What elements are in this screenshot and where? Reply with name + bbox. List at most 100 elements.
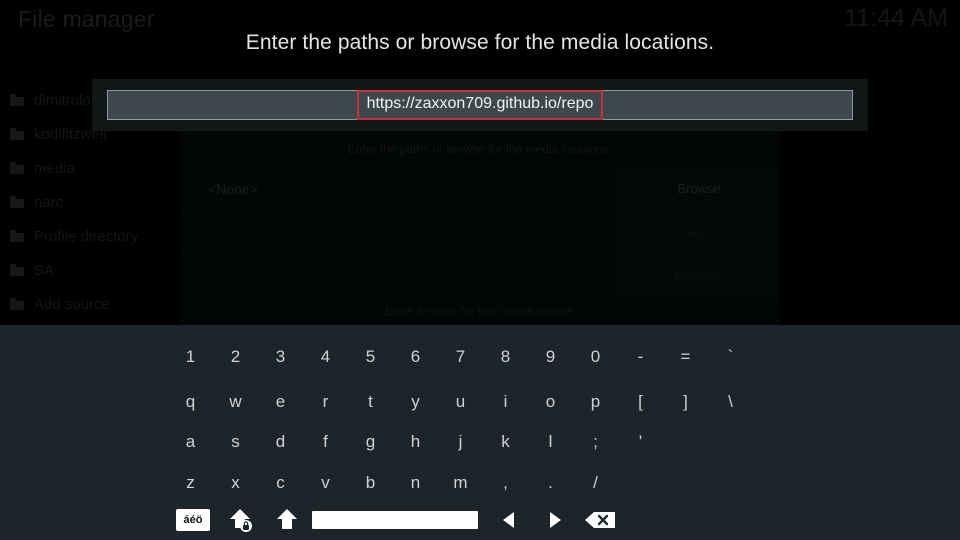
folder-icon <box>10 128 24 140</box>
key-4[interactable]: 4 <box>303 337 348 377</box>
key-7[interactable]: 7 <box>438 337 483 377</box>
key-q[interactable]: q <box>168 382 213 422</box>
backspace-key[interactable] <box>580 505 620 535</box>
cursor-left-key[interactable] <box>492 505 526 535</box>
keyboard-function-row: áéö <box>168 505 758 540</box>
key-e[interactable]: e <box>258 382 303 422</box>
key-r[interactable]: r <box>303 382 348 422</box>
list-item[interactable]: media <box>0 152 200 186</box>
keyboard-input-container: https://zaxxon709.github.io/repo <box>92 79 868 131</box>
folder-icon <box>10 196 24 208</box>
key-apostrophe[interactable]: ' <box>618 422 663 462</box>
key-g[interactable]: g <box>348 422 393 462</box>
key-z[interactable]: z <box>168 463 213 503</box>
path-list: <None> <box>180 168 600 300</box>
key-comma[interactable]: , <box>483 463 528 503</box>
key-i[interactable]: i <box>483 382 528 422</box>
shift-arrow-icon <box>277 509 297 529</box>
key-slash[interactable]: / <box>573 463 618 503</box>
shift-key[interactable] <box>270 505 304 535</box>
add-source-buttons: Browse Add Remove <box>600 168 780 300</box>
accent-characters-key[interactable]: áéö <box>176 509 210 531</box>
add-source-body: <None> Browse Add Remove <box>180 168 780 300</box>
key-b[interactable]: b <box>348 463 393 503</box>
key-s[interactable]: s <box>213 422 258 462</box>
key-o[interactable]: o <box>528 382 573 422</box>
folder-icon <box>10 94 24 106</box>
onscreen-keyboard: 1 2 3 4 5 6 7 8 9 0 - = ` q w e r t y u … <box>0 325 960 540</box>
add-source-dialog: Enter the paths or browse for the media … <box>180 128 780 328</box>
key-m[interactable]: m <box>438 463 483 503</box>
key-minus[interactable]: - <box>618 337 663 377</box>
caps-lock-key[interactable] <box>224 505 258 535</box>
arrow-left-icon <box>503 512 514 528</box>
key-j[interactable]: j <box>438 422 483 462</box>
key-period[interactable]: . <box>528 463 573 503</box>
key-1[interactable]: 1 <box>168 337 213 377</box>
key-w[interactable]: w <box>213 382 258 422</box>
path-row-empty <box>180 210 600 252</box>
key-u[interactable]: u <box>438 382 483 422</box>
media-source-name-prompt: Enter a name for this media source. <box>384 304 576 318</box>
key-d[interactable]: d <box>258 422 303 462</box>
key-backtick[interactable]: ` <box>708 337 753 377</box>
key-x[interactable]: x <box>213 463 258 503</box>
key-k[interactable]: k <box>483 422 528 462</box>
list-item-label: narc <box>34 194 64 211</box>
keyboard-row-top: q w e r t y u i o p [ ] \ <box>168 382 753 422</box>
key-backslash[interactable]: \ <box>708 382 753 422</box>
key-t[interactable]: t <box>348 382 393 422</box>
key-0[interactable]: 0 <box>573 337 618 377</box>
folder-icon <box>10 264 24 276</box>
arrow-right-icon <box>550 512 561 528</box>
key-bracket-left[interactable]: [ <box>618 382 663 422</box>
window-title: File manager <box>18 6 155 32</box>
list-item-label: Add source <box>34 296 110 313</box>
kodi-screen: File manager 11:44 AM dimitrolo... kodif… <box>0 0 960 540</box>
keyboard-row-home: a s d f g h j k l ; ' <box>168 422 663 462</box>
key-n[interactable]: n <box>393 463 438 503</box>
list-item-label: Profile directory <box>34 228 139 245</box>
folder-icon <box>10 230 24 242</box>
key-bracket-right[interactable]: ] <box>663 382 708 422</box>
key-h[interactable]: h <box>393 422 438 462</box>
key-8[interactable]: 8 <box>483 337 528 377</box>
add-button[interactable]: Add <box>618 212 780 254</box>
clock: 11:44 AM <box>844 4 948 32</box>
folder-icon <box>10 298 24 310</box>
list-item-label: media <box>34 160 75 177</box>
key-6[interactable]: 6 <box>393 337 438 377</box>
keyboard-row-numbers: 1 2 3 4 5 6 7 8 9 0 - = ` <box>168 337 753 377</box>
key-l[interactable]: l <box>528 422 573 462</box>
backspace-icon <box>585 512 615 528</box>
key-semicolon[interactable]: ; <box>573 422 618 462</box>
list-item[interactable]: Profile directory <box>0 220 200 254</box>
key-c[interactable]: c <box>258 463 303 503</box>
keyboard-row-bottom: z x c v b n m , . / <box>168 463 618 503</box>
browse-button[interactable]: Browse <box>618 168 780 210</box>
path-row[interactable]: <None> <box>180 168 600 210</box>
keyboard-heading: Enter the paths or browse for the media … <box>245 31 715 54</box>
key-p[interactable]: p <box>573 382 618 422</box>
input-value[interactable]: https://zaxxon709.github.io/repo <box>356 90 604 120</box>
space-key[interactable] <box>312 511 478 529</box>
key-f[interactable]: f <box>303 422 348 462</box>
cursor-right-key[interactable] <box>538 505 572 535</box>
key-v[interactable]: v <box>303 463 348 503</box>
list-item[interactable]: narc <box>0 186 200 220</box>
key-2[interactable]: 2 <box>213 337 258 377</box>
list-item-label: SA <box>34 262 55 279</box>
key-3[interactable]: 3 <box>258 337 303 377</box>
text-input-field[interactable]: https://zaxxon709.github.io/repo <box>107 90 853 120</box>
remove-button[interactable]: Remove <box>618 256 780 298</box>
caps-lock-icon <box>230 509 252 532</box>
key-9[interactable]: 9 <box>528 337 573 377</box>
key-5[interactable]: 5 <box>348 337 393 377</box>
list-item[interactable]: SA <box>0 254 200 288</box>
key-a[interactable]: a <box>168 422 213 462</box>
add-source-heading: Enter the paths or browse for the media … <box>347 142 613 156</box>
list-item-add-source[interactable]: Add source <box>0 288 200 322</box>
key-equals[interactable]: = <box>663 337 708 377</box>
folder-icon <box>10 162 24 174</box>
key-y[interactable]: y <box>393 382 438 422</box>
